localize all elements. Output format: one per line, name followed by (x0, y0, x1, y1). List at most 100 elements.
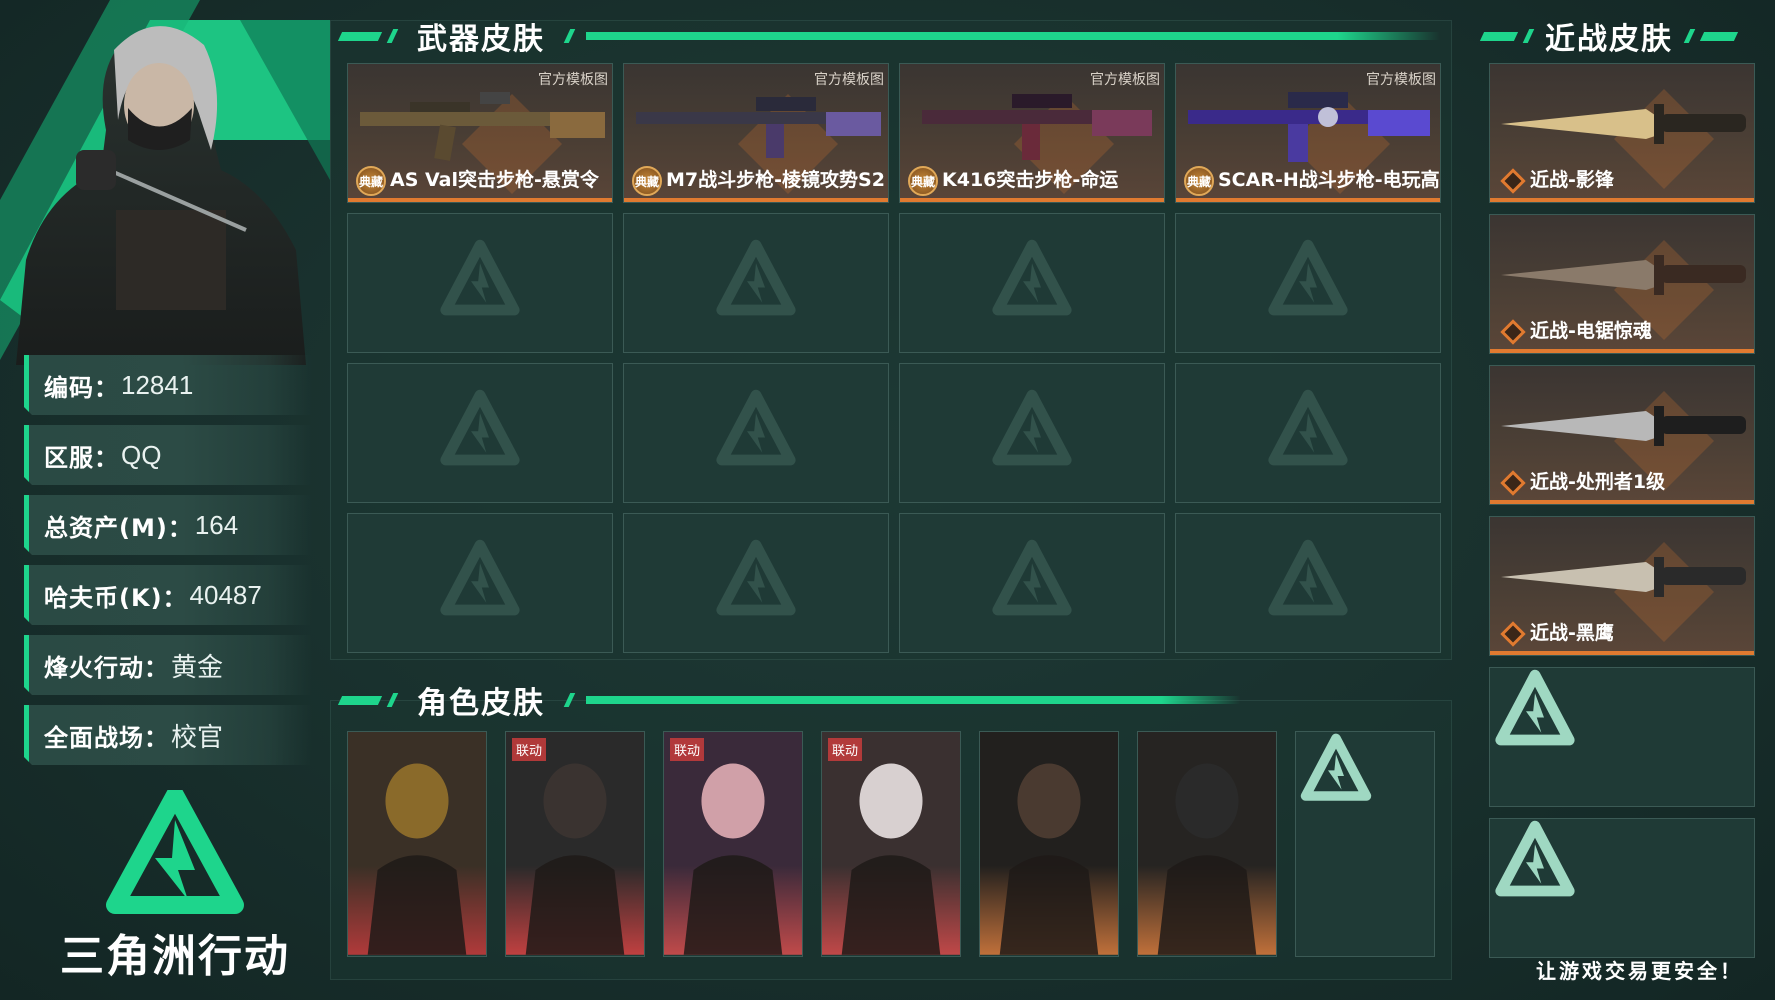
placeholder-logo-icon (992, 239, 1072, 316)
placeholder-logo-icon (992, 389, 1072, 466)
collection-badge-icon: 典藏 (1184, 166, 1214, 196)
melee-section-header: 近战皮肤 (1479, 16, 1752, 57)
character-skin-card[interactable]: 联动 (663, 731, 803, 957)
profile-value: QQ (121, 439, 162, 470)
weapon-section-header: 武器皮肤 (337, 16, 1440, 57)
profile-key: 哈夫币(K)： (44, 583, 188, 612)
profile-key: 总资产(M)： (44, 513, 193, 542)
empty-weapon-slot (899, 213, 1165, 353)
operator-image (980, 732, 1118, 955)
melee-skin-card[interactable]: 近战-黑鹰 (1489, 516, 1755, 656)
empty-weapon-slot (899, 363, 1165, 503)
profile-row-assets: 总资产(M)： 164 (24, 495, 312, 555)
placeholder-logo-icon (716, 389, 796, 466)
profile-key: 烽火行动： (44, 653, 169, 682)
collection-badge-icon: 典藏 (356, 166, 386, 196)
empty-weapon-slot (623, 513, 889, 653)
melee-skin-card[interactable]: 近战-处刑者1级 (1489, 365, 1755, 505)
character-section-header: 角色皮肤 (337, 680, 1240, 721)
empty-melee-slot (1489, 818, 1755, 958)
profile-value: 12841 (121, 369, 194, 400)
placeholder-logo-icon (716, 539, 796, 616)
rarity-bar (624, 198, 888, 202)
placeholder-logo-icon (716, 239, 796, 316)
placeholder-logo-icon (1300, 733, 1372, 801)
profile-info-list: 编码： 12841 区服： QQ 总资产(M)： 164 哈夫币(K)： 40487 烽… (24, 355, 312, 775)
rarity-bar (1176, 198, 1440, 202)
profile-value: 黄金 (171, 651, 224, 682)
placeholder-logo-icon (1268, 239, 1348, 316)
header-line (586, 696, 1240, 704)
empty-melee-slot (1489, 667, 1755, 807)
operator-image (1138, 732, 1276, 955)
knife-image (1501, 557, 1746, 597)
header-bar (563, 29, 576, 43)
weapon-skin-card[interactable]: 官方模板图 典藏 K416突击步枪-命运 (899, 63, 1165, 203)
empty-weapon-slot (899, 513, 1165, 653)
character-skin-card[interactable] (979, 731, 1119, 957)
rarity-bar (1490, 349, 1754, 353)
profile-key: 区服： (44, 443, 119, 472)
template-tag: 官方模板图 (1090, 72, 1160, 88)
header-bar (563, 693, 576, 707)
weapon-skin-name: K416突击步枪-命运 (942, 169, 1119, 191)
profile-row-rank-war: 全面战场： 校官 (24, 705, 312, 765)
placeholder-logo-icon (440, 389, 520, 466)
rarity-diamond-icon (1500, 621, 1526, 647)
header-bar (1699, 31, 1739, 41)
profile-row-server: 区服： QQ (24, 425, 312, 485)
rarity-bar (900, 198, 1164, 202)
rarity-bar (1490, 198, 1754, 202)
character-skin-card[interactable] (1137, 731, 1277, 957)
operator-image (348, 732, 486, 955)
character-skin-card[interactable] (347, 731, 487, 957)
melee-skin-name: 近战-处刑者1级 (1530, 471, 1666, 493)
collection-badge-icon: 典藏 (908, 166, 938, 196)
game-logo-text: 三角洲行动 (60, 931, 290, 982)
rarity-bar (348, 198, 612, 202)
placeholder-logo-icon (440, 239, 520, 316)
header-bar (337, 31, 383, 41)
placeholder-logo-icon (1268, 389, 1348, 466)
profile-key: 编码： (44, 373, 119, 402)
profile-value: 校官 (171, 721, 224, 752)
weapon-skin-card[interactable]: 官方模板图 典藏 SCAR-H战斗步枪-电玩高手 (1175, 63, 1441, 203)
empty-weapon-slot (1175, 363, 1441, 503)
header-bar (386, 29, 399, 43)
weapon-skin-card[interactable]: 官方模板图 典藏 AS Val突击步枪-悬赏令 (347, 63, 613, 203)
melee-skin-card[interactable]: 近战-影锋 (1489, 63, 1755, 203)
profile-key: 全面战场： (44, 723, 169, 752)
melee-skin-card[interactable]: 近战-电锯惊魂 (1489, 214, 1755, 354)
melee-skin-name: 近战-黑鹰 (1530, 622, 1614, 644)
weapon-skin-name: SCAR-H战斗步枪-电玩高手 (1218, 169, 1441, 191)
rarity-diamond-icon (1500, 470, 1526, 496)
empty-weapon-slot (347, 213, 613, 353)
placeholder-logo-icon (440, 539, 520, 616)
placeholder-logo-icon (1495, 669, 1575, 746)
rarity-bar (1490, 500, 1754, 504)
placeholder-logo-icon (992, 539, 1072, 616)
weapon-skin-name: AS Val突击步枪-悬赏令 (390, 169, 599, 191)
template-tag: 官方模板图 (538, 72, 608, 88)
empty-weapon-slot (1175, 513, 1441, 653)
empty-weapon-slot (347, 513, 613, 653)
rarity-bar (1490, 651, 1754, 655)
header-bar (1683, 29, 1696, 43)
character-section-title: 角色皮肤 (417, 686, 545, 721)
weapon-skin-name: M7战斗步枪-棱镜攻势S2 (666, 169, 885, 191)
operator-image (506, 732, 644, 955)
character-skin-card[interactable]: 联动 (505, 731, 645, 957)
rarity-diamond-icon (1500, 168, 1526, 194)
operator-image (664, 732, 802, 955)
operator-image (822, 732, 960, 955)
knife-image (1501, 406, 1746, 446)
profile-row-id: 编码： 12841 (24, 355, 312, 415)
header-bar (1522, 29, 1535, 43)
header-bar (1479, 31, 1519, 41)
weapon-skin-card[interactable]: 官方模板图 典藏 M7战斗步枪-棱镜攻势S2 (623, 63, 889, 203)
header-bar (386, 693, 399, 707)
character-skin-card[interactable]: 联动 (821, 731, 961, 957)
melee-section-title: 近战皮肤 (1545, 22, 1673, 57)
collab-tag: 联动 (512, 738, 547, 761)
profile-value: 164 (194, 509, 239, 540)
